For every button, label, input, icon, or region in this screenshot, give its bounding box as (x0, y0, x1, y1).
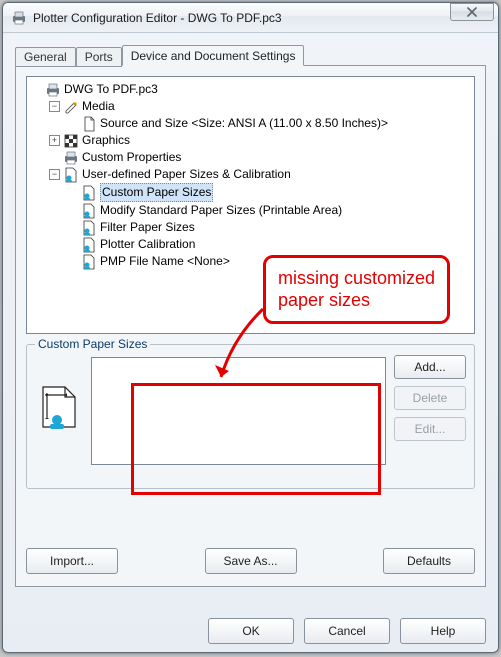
collapse-icon[interactable] (49, 101, 60, 112)
dialog-window: Plotter Configuration Editor - DWG To PD… (2, 2, 499, 653)
help-button[interactable]: Help (400, 618, 486, 644)
defaults-button[interactable]: Defaults (383, 548, 475, 574)
client-area: General Ports Device and Document Settin… (3, 33, 498, 614)
page-user-icon (81, 185, 97, 201)
delete-button[interactable]: Delete (394, 386, 466, 410)
printer-icon (63, 150, 79, 166)
tree-graphics[interactable]: Graphics (49, 132, 472, 149)
paper-size-list[interactable] (91, 357, 386, 465)
cancel-button[interactable]: Cancel (304, 618, 390, 644)
edit-button[interactable]: Edit... (394, 417, 466, 441)
tree-root-label: DWG To PDF.pc3 (64, 81, 158, 98)
tree-source-size[interactable]: Source and Size <Size: ANSI A (11.00 x 8… (67, 115, 472, 132)
custom-paper-group: Custom Paper Sizes (26, 344, 475, 489)
tree-root[interactable]: DWG To PDF.pc3 Media (31, 81, 472, 270)
tree-custom-props[interactable]: Custom Properties (49, 149, 472, 166)
tree-filter-label: Filter Paper Sizes (100, 219, 195, 236)
tree-modify-std[interactable]: Modify Standard Paper Sizes (Printable A… (67, 202, 472, 219)
titlebar[interactable]: Plotter Configuration Editor - DWG To PD… (3, 3, 498, 33)
dialog-button-row: OK Cancel Help (208, 618, 486, 644)
page-user-icon (81, 237, 97, 253)
tree-media[interactable]: Media Source and Size <Size: ANSI A (11.… (49, 98, 472, 132)
page-user-icon (81, 203, 97, 219)
tree-source-size-label: Source and Size <Size: ANSI A (11.00 x 8… (100, 115, 388, 132)
tree-user-defined-label: User-defined Paper Sizes & Calibration (82, 166, 291, 183)
tree-plotter-cal[interactable]: Plotter Calibration (67, 236, 472, 253)
pencil-icon (63, 99, 79, 115)
tab-device-document[interactable]: Device and Document Settings (122, 45, 305, 66)
page-user-icon (81, 220, 97, 236)
import-button[interactable]: Import... (26, 548, 118, 574)
paper-size-icon (35, 383, 83, 434)
tree-user-defined[interactable]: User-defined Paper Sizes & Calibration C… (49, 166, 472, 270)
tree-pmp[interactable]: PMP File Name <None> (67, 253, 472, 270)
collapse-icon[interactable] (49, 169, 60, 180)
page-user-icon (63, 167, 79, 183)
tabstrip: General Ports Device and Document Settin… (15, 43, 486, 65)
tab-ports[interactable]: Ports (76, 47, 122, 67)
tree-graphics-label: Graphics (82, 132, 130, 149)
save-as-button[interactable]: Save As... (205, 548, 297, 574)
tree-filter[interactable]: Filter Paper Sizes (67, 219, 472, 236)
page-icon (81, 116, 97, 132)
tree-pmp-label: PMP File Name <None> (100, 253, 230, 270)
tree-custom-paper-label: Custom Paper Sizes (100, 183, 213, 202)
printer-icon (45, 82, 61, 98)
printer-icon (11, 10, 27, 26)
tree-media-label: Media (82, 98, 115, 115)
window-title: Plotter Configuration Editor - DWG To PD… (33, 11, 450, 25)
tree-view[interactable]: DWG To PDF.pc3 Media (26, 76, 475, 334)
panel-button-row: Import... Save As... Defaults (26, 548, 475, 574)
tree-modify-std-label: Modify Standard Paper Sizes (Printable A… (100, 202, 342, 219)
tree-custom-paper[interactable]: Custom Paper Sizes (67, 183, 472, 202)
ok-button[interactable]: OK (208, 618, 294, 644)
group-title: Custom Paper Sizes (35, 337, 150, 351)
close-icon (466, 7, 478, 17)
tab-panel: DWG To PDF.pc3 Media (15, 65, 486, 587)
add-button[interactable]: Add... (394, 355, 466, 379)
tab-general[interactable]: General (15, 47, 76, 67)
checker-icon (63, 133, 79, 149)
tree-custom-props-label: Custom Properties (82, 149, 181, 166)
tree-plotter-cal-label: Plotter Calibration (100, 236, 195, 253)
close-button[interactable] (450, 3, 494, 21)
page-user-icon (81, 254, 97, 270)
expand-icon[interactable] (49, 135, 60, 146)
